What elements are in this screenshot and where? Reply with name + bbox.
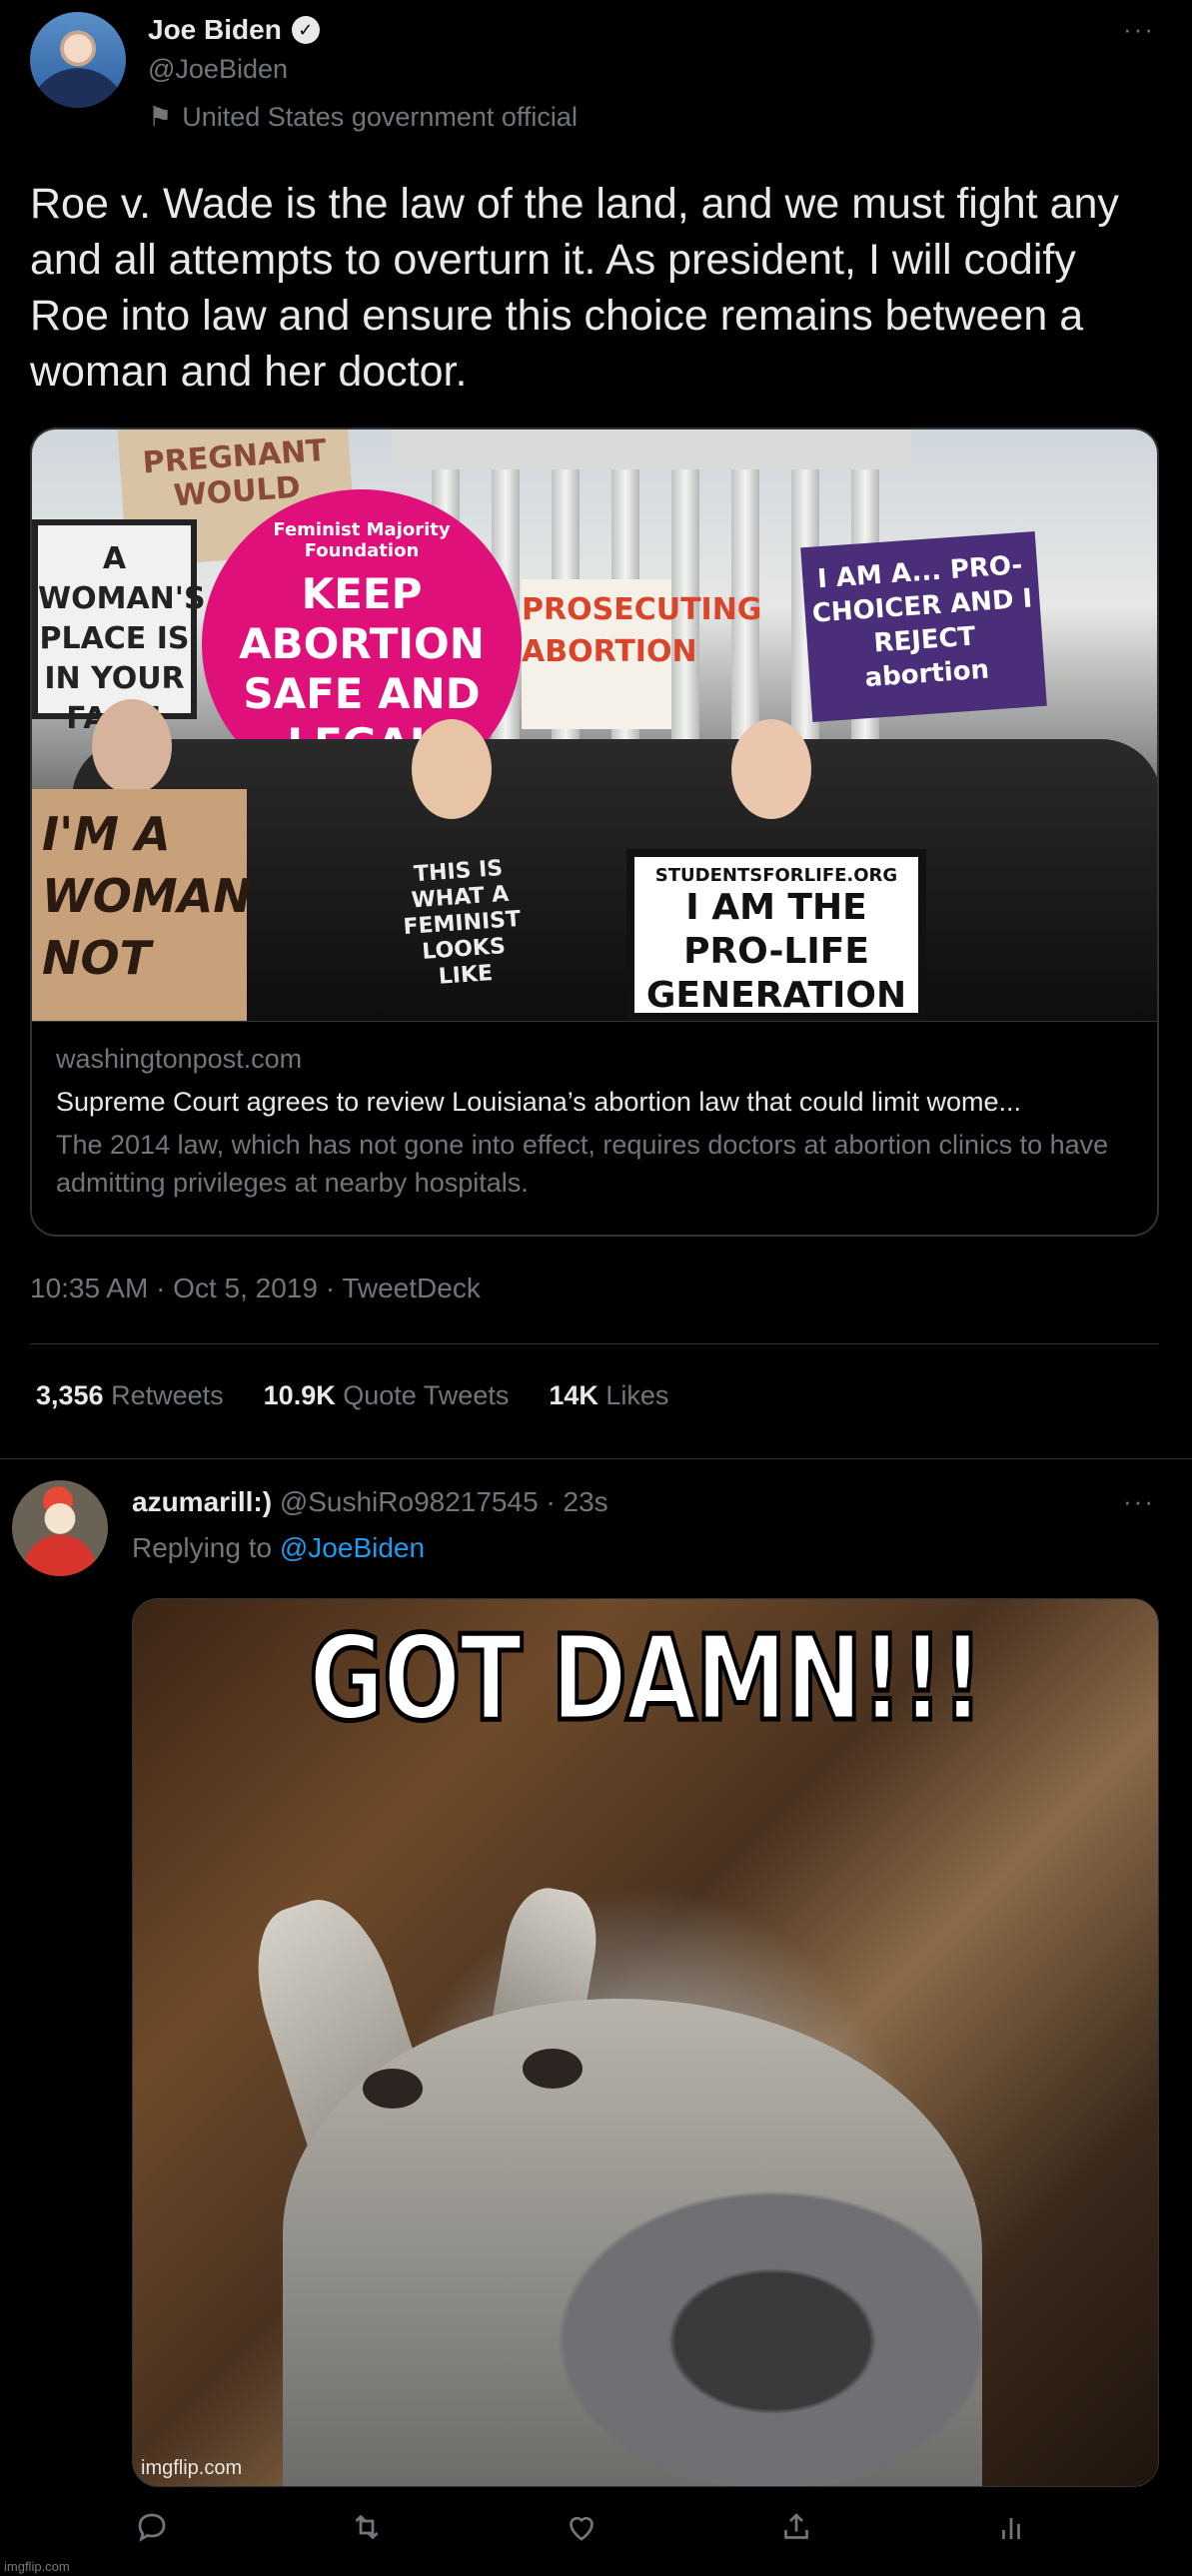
link-card[interactable]: PREGNANT WOULD A WOMAN'S PLACE IS IN YOU… bbox=[30, 428, 1159, 1237]
quotes-label: Quote Tweets bbox=[343, 1380, 510, 1410]
meme-caption: GOT DAMN!!! bbox=[307, 1607, 985, 1750]
shirt-text: THIS IS WHAT A FEMINIST LOOKS LIKE bbox=[402, 856, 522, 990]
link-card-image[interactable]: PREGNANT WOULD A WOMAN'S PLACE IS IN YOU… bbox=[32, 429, 1157, 1021]
pro-life-text: I AM THE PRO-LIFE GENERATION bbox=[645, 887, 907, 1016]
reply-author-handle[interactable]: @SushiRo98217545 bbox=[280, 1486, 539, 1517]
author-handle[interactable]: @JoeBiden bbox=[148, 54, 288, 85]
reply-author-name[interactable]: azumarill:) bbox=[132, 1486, 272, 1517]
replying-to-handle[interactable]: @JoeBiden bbox=[280, 1532, 425, 1563]
quotes-count: 10.9K bbox=[263, 1380, 336, 1410]
reply-actions bbox=[132, 2507, 1031, 2547]
likes-label: Likes bbox=[605, 1380, 669, 1410]
link-card-domain: washingtonpost.com bbox=[56, 1044, 303, 1074]
replying-to-prefix: Replying to bbox=[132, 1532, 273, 1563]
share-icon[interactable] bbox=[776, 2507, 816, 2547]
more-options-icon[interactable]: ··· bbox=[1123, 14, 1155, 45]
analytics-icon[interactable] bbox=[991, 2507, 1031, 2547]
reply-author-avatar[interactable] bbox=[12, 1480, 108, 1576]
page-watermark: imgflip.com bbox=[4, 2559, 70, 2574]
reply-time[interactable]: · 23s bbox=[546, 1486, 607, 1517]
flag-icon: ⚑ bbox=[148, 102, 173, 132]
stats-divider-top bbox=[30, 1343, 1159, 1344]
protest-sign-pro-life: STUDENTSFORLIFE.ORG I AM THE PRO-LIFE GE… bbox=[626, 849, 926, 1021]
reply-header: azumarill:) @SushiRo98217545 · 23s bbox=[132, 1486, 608, 1518]
tweet-text: Roe v. Wade is the law of the land, and … bbox=[30, 180, 1119, 396]
retweets-count: 3,356 bbox=[36, 1380, 104, 1410]
link-card-meta[interactable]: washingtonpost.com Supreme Court agrees … bbox=[32, 1021, 1157, 1224]
quote-tweets-stat[interactable]: 10.9K Quote Tweets bbox=[264, 1380, 510, 1411]
replying-to: Replying to @JoeBiden bbox=[132, 1532, 425, 1564]
feminist-majority-label: Feminist Majority Foundation bbox=[273, 519, 451, 561]
likes-stat[interactable]: 14K Likes bbox=[549, 1380, 668, 1411]
verified-icon: ✓ bbox=[291, 16, 320, 44]
retweets-label: Retweets bbox=[111, 1380, 224, 1410]
author-avatar[interactable] bbox=[30, 12, 126, 108]
retweets-stat[interactable]: 3,356 Retweets bbox=[36, 1380, 224, 1411]
tweet-divider bbox=[0, 1458, 1192, 1459]
likes-count: 14K bbox=[549, 1380, 598, 1410]
tweet-stats: 3,356 Retweets 10.9K Quote Tweets 14K Li… bbox=[36, 1380, 668, 1411]
tweet-timestamp[interactable]: 10:35 AM · Oct 5, 2019 · TweetDeck bbox=[30, 1273, 481, 1304]
retweet-icon[interactable] bbox=[347, 2507, 387, 2547]
author-name[interactable]: Joe Biden bbox=[148, 14, 282, 46]
link-card-title: Supreme Court agrees to review Louisiana… bbox=[56, 1087, 1021, 1117]
government-label[interactable]: ⚑ United States government official bbox=[148, 102, 578, 133]
reply-meme-image[interactable]: GOT DAMN!!! imgflip.com bbox=[132, 1598, 1159, 2487]
meme-watermark: imgflip.com bbox=[141, 2457, 243, 2479]
students-for-life-label: STUDENTSFORLIFE.ORG bbox=[654, 865, 898, 886]
like-icon[interactable] bbox=[562, 2507, 601, 2547]
protest-sign-pro-choicer: I AM A... PRO-CHOICER AND I REJECT abort… bbox=[800, 531, 1047, 722]
reply-more-options-icon[interactable]: ··· bbox=[1123, 1486, 1155, 1517]
protest-sign-im-a-woman: I'M A WOMAN NOT bbox=[32, 789, 252, 1021]
link-card-description: The 2014 law, which has not gone into ef… bbox=[56, 1130, 1109, 1198]
protest-sign-womans-place: A WOMAN'S PLACE IS IN YOUR FACE! bbox=[32, 519, 206, 736]
protest-sign-prosecuting: PROSECUTING ABORTION bbox=[522, 579, 761, 729]
reply-icon[interactable] bbox=[132, 2507, 172, 2547]
government-label-text: United States government official bbox=[182, 102, 578, 132]
author-name-row[interactable]: Joe Biden ✓ bbox=[148, 14, 320, 46]
